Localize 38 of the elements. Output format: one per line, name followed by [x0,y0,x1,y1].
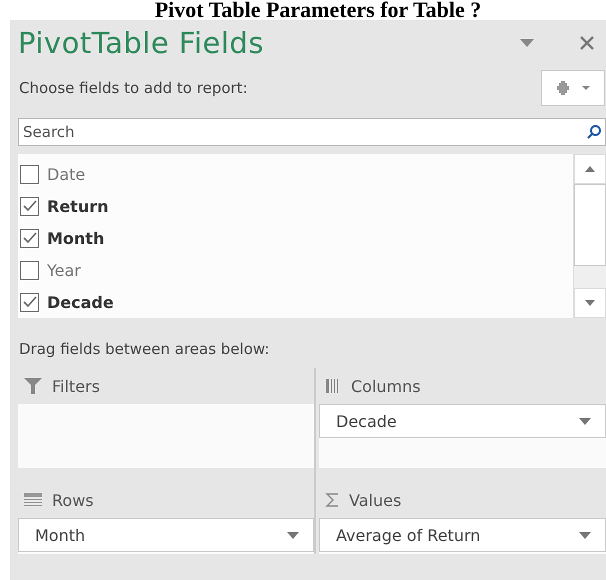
columns-icon [325,378,341,394]
checkbox[interactable] [20,228,39,248]
panel-title: PivotTable Fields [18,26,265,60]
search-field[interactable]: Search [18,118,606,146]
field-item[interactable]: Decade [18,286,573,318]
area-label: Values [349,490,402,510]
field-chip[interactable]: Decade [319,404,606,438]
checkbox[interactable] [20,164,39,184]
caret-icon [582,86,590,90]
field-chip[interactable]: Month [18,518,314,552]
checkbox[interactable] [20,196,39,216]
caret-icon[interactable] [287,532,299,538]
field-item[interactable]: Return [18,190,573,222]
field-item[interactable]: Date [18,158,573,190]
sigma-icon [325,492,339,508]
scroll-down-icon[interactable] [585,300,595,306]
caret-icon[interactable] [579,532,591,538]
area-label: Columns [351,376,421,396]
checkbox[interactable] [20,292,39,312]
caret-icon[interactable] [579,418,591,424]
field-item[interactable]: Year [18,254,573,286]
search-icon[interactable] [586,124,602,140]
area-label: Rows [52,490,94,510]
gear-icon [556,80,570,96]
area-label: Filters [52,376,100,396]
caret-icon[interactable] [520,39,534,47]
checkbox[interactable] [20,260,39,280]
caption: Pivot Table Parameters for Table ? [154,0,482,20]
field-item[interactable]: Month [18,222,573,254]
close-icon[interactable] [580,36,594,50]
field-chip[interactable]: Average of Return [319,518,606,552]
areas-hint: Drag fields between areas below: [18,339,270,360]
scrollbar[interactable] [573,154,606,318]
settings-button[interactable] [541,70,605,106]
rows-icon [24,493,42,507]
prompt-text: Choose fields to add to report: [19,79,248,97]
scroll-up-icon[interactable] [585,166,595,172]
filter-icon [24,378,42,394]
